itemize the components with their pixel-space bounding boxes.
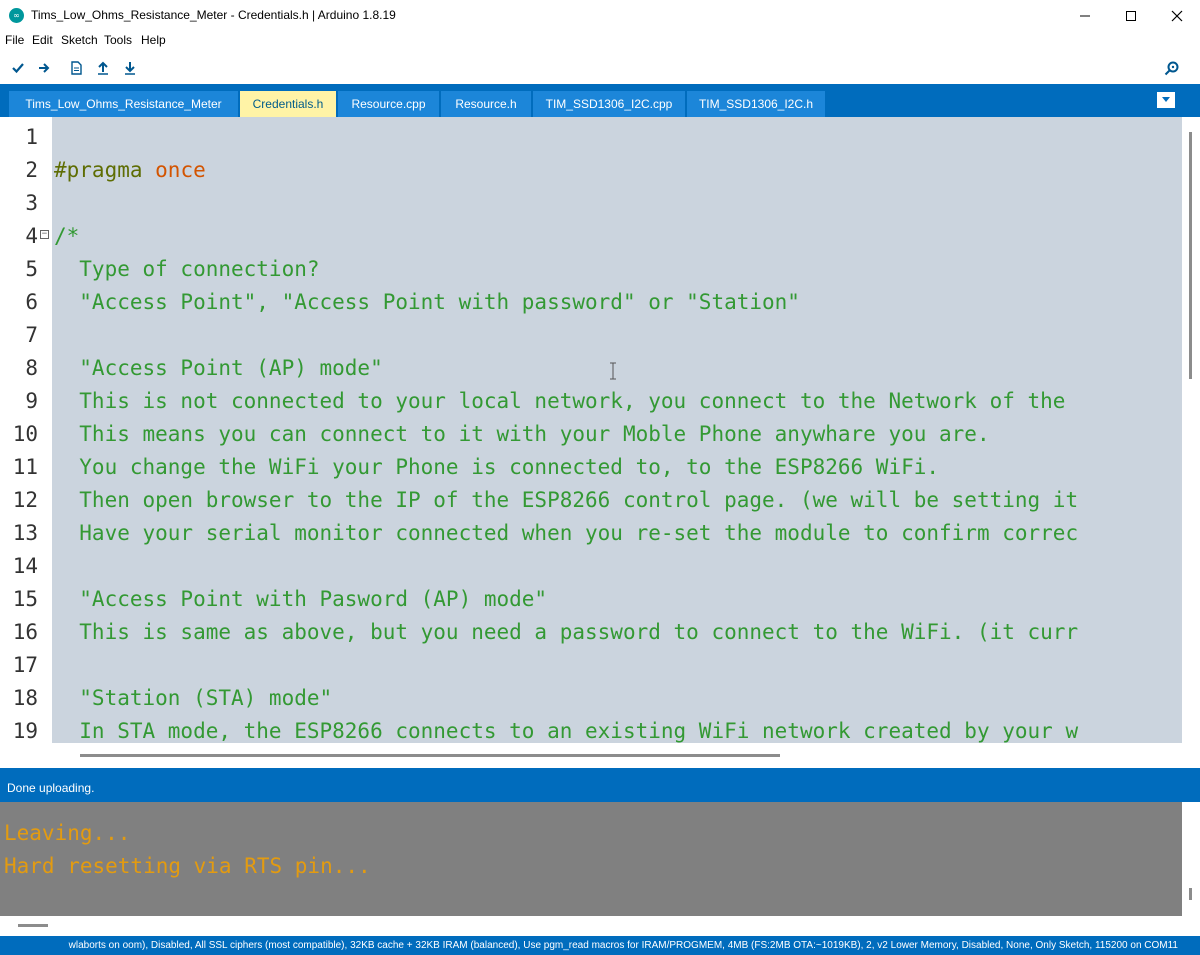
code-line: "Access Point with Pasword (AP) mode" [54,587,548,611]
minimize-icon [1080,15,1090,16]
line-number: 10 [12,422,38,446]
board-info-text: wlaborts on oom), Disabled, All SSL ciph… [68,940,1178,951]
line-number: 7 [25,323,38,347]
line-number: 15 [12,587,38,611]
close-icon [1171,10,1183,21]
maximize-button[interactable] [1108,0,1154,31]
line-number: 2 [25,158,38,182]
upload-arrow-icon [39,63,50,73]
preprocessor-keyword: #pragma [54,158,143,182]
preprocessor-value: once [142,158,206,182]
line-number: 9 [25,389,38,413]
code-line: "Station (STA) mode" [54,686,333,710]
title-bar: ∞ Tims_Low_Ohms_Resistance_Meter - Crede… [0,0,1200,31]
new-sketch-button[interactable] [66,58,86,78]
tab-ssd1306-h[interactable]: TIM_SSD1306_I2C.h [687,91,825,117]
code-line: You change the WiFi your Phone is connec… [54,455,940,479]
menu-tools[interactable]: Tools [104,33,132,47]
chevron-down-icon [1162,97,1170,102]
maximize-icon [1126,10,1136,21]
code-line: Type of connection? [54,257,320,281]
tab-ssd1306-cpp[interactable]: TIM_SSD1306_I2C.cpp [533,91,685,117]
pane-divider[interactable] [0,768,1200,777]
menu-edit[interactable]: Edit [32,33,53,47]
code-line: In STA mode, the ESP8266 connects to an … [54,719,1079,743]
verify-button[interactable] [8,58,28,78]
editor-vertical-scroll-thumb[interactable] [1189,132,1192,379]
minimize-button[interactable] [1062,0,1108,31]
console-vertical-scroll-thumb[interactable] [1189,888,1192,900]
status-message-bar: Done uploading. [0,777,1200,802]
line-number: 13 [12,521,38,545]
close-button[interactable] [1154,0,1200,31]
line-number: 5 [25,257,38,281]
verify-check-icon [12,63,24,74]
console-horizontal-scroll-thumb[interactable] [18,924,48,927]
code-line: Then open browser to the IP of the ESP82… [54,488,1079,512]
console-line: Hard resetting via RTS pin... [4,854,371,878]
line-number-gutter: 1 2 3 4 5 6 7 8 9 10 11 12 13 14 15 16 17 18 19 [0,117,52,743]
code-line: "Access Point (AP) mode" [54,356,383,380]
line-number: 4 [25,224,38,248]
open-button[interactable] [93,58,113,78]
tab-bar: Tims_Low_Ohms_Resistance_Meter Credentia… [0,84,1200,117]
code-line: This is same as above, but you need a pa… [54,620,1079,644]
code-line: This is not connected to your local netw… [54,389,1066,413]
code-line: /* [54,224,80,248]
line-number: 8 [25,356,38,380]
console-horizontal-scrollbar[interactable] [0,916,1200,936]
tab-credentials[interactable]: Credentials.h [240,91,336,117]
fold-collapse-icon[interactable]: − [40,230,49,239]
line-number: 6 [25,290,38,314]
tab-resource-cpp[interactable]: Resource.cpp [338,91,439,117]
line-number: 14 [12,554,38,578]
console-line: Leaving... [4,821,131,845]
code-text-area[interactable]: #pragma once /* Type of connection? "Acce… [52,117,1182,743]
window-title: Tims_Low_Ohms_Resistance_Meter - Credent… [31,8,396,22]
line-number: 11 [12,455,38,479]
line-number: 16 [12,620,38,644]
status-message: Done uploading. [7,781,95,795]
serial-monitor-icon [1164,61,1179,76]
tab-menu-button[interactable] [1157,92,1175,108]
code-line: #pragma once [54,154,206,187]
menu-help[interactable]: Help [141,33,166,47]
menu-file[interactable]: File [5,33,24,47]
code-line: Have your serial monitor connected when … [54,521,1079,545]
toolbar [0,51,1200,84]
upload-button[interactable] [34,58,54,78]
tab-main-sketch[interactable]: Tims_Low_Ohms_Resistance_Meter [9,91,238,117]
console-output: Leaving... Hard resetting via RTS pin... [0,802,1182,916]
menu-sketch[interactable]: Sketch [61,33,98,47]
board-info-footer: wlaborts on oom), Disabled, All SSL ciph… [0,936,1200,955]
line-number: 19 [12,719,38,743]
line-number: 1 [25,125,38,149]
text-cursor-icon [610,362,616,380]
tab-resource-h[interactable]: Resource.h [441,91,531,117]
line-number: 3 [25,191,38,215]
arduino-logo-icon: ∞ [9,8,24,23]
code-line: This means you can connect to it with yo… [54,422,990,446]
menu-bar: File Edit Sketch Tools Help [0,31,1200,51]
line-number: 17 [12,653,38,677]
line-number: 18 [12,686,38,710]
serial-monitor-button[interactable] [1162,58,1182,78]
code-line: "Access Point", "Access Point with passw… [54,290,800,314]
editor-horizontal-scroll-thumb[interactable] [80,754,780,757]
new-file-icon [71,61,82,75]
open-arrow-up-icon [98,61,108,75]
line-number: 12 [12,488,38,512]
save-arrow-down-icon [125,62,135,75]
save-button[interactable] [120,58,140,78]
